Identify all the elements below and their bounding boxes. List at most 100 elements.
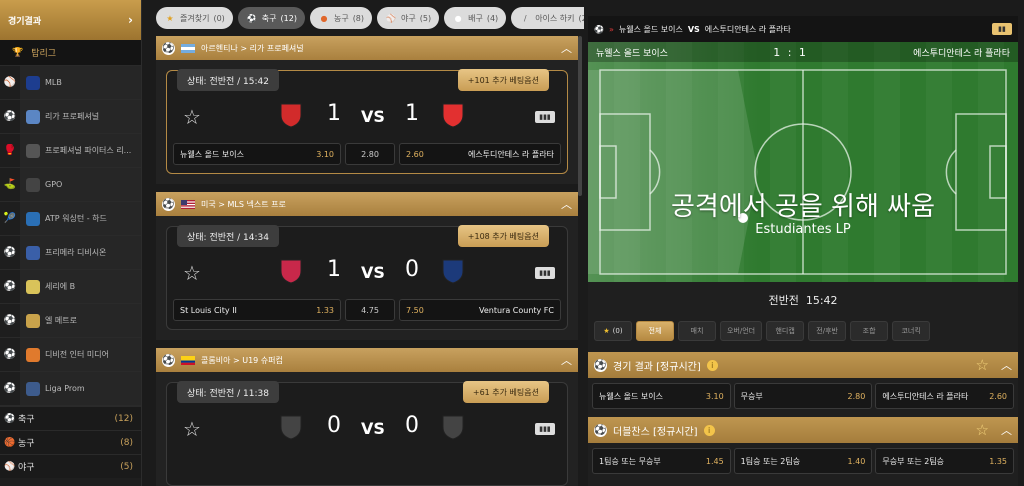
market-tab[interactable]: 핸디캡 xyxy=(766,321,805,341)
sidebar-league-item[interactable]: ⚽ Liga Prom xyxy=(0,372,141,406)
match-card[interactable]: 상태: 전반전 / 15:42 +101 추가 베팅옵션 ☆ 1 VS 1 ▮▮▮ 뉴웰스 올… xyxy=(166,69,568,174)
home-odd-button[interactable]: 뉴웰스 올드 보이스 3.10 xyxy=(173,143,341,165)
stats-icon[interactable]: ▮▮▮ xyxy=(535,111,555,123)
sport-icon: ⚽ xyxy=(3,315,17,326)
favorite-star-icon[interactable]: ☆ xyxy=(183,261,201,285)
market-tab-label: 오버/언더 xyxy=(727,327,756,335)
draw-odd-button[interactable]: 2.80 xyxy=(345,143,395,165)
bet-option-button[interactable]: 1팀승 또는 2팀승 1.40 xyxy=(733,448,873,474)
match-card[interactable]: 상태: 전반전 / 11:38 +61 추가 베팅옵션 ☆ 0 VS 0 ▮▮▮ xyxy=(166,381,568,486)
sidebar-top-leagues[interactable]: 🏆 탑리그 xyxy=(0,40,141,66)
sidebar-league-label: 세리에 B xyxy=(45,282,76,291)
market-tab[interactable]: 전/후반 xyxy=(808,321,847,341)
favorite-star-icon[interactable]: ☆ xyxy=(183,417,201,441)
info-icon[interactable]: i xyxy=(703,424,715,436)
scrollbar[interactable] xyxy=(578,36,582,196)
stats-icon[interactable]: ▮▮▮ xyxy=(535,423,555,435)
sidebar-league-item[interactable]: 🥊 프로페셔널 파이터스 리... xyxy=(0,134,141,168)
chevron-up-icon[interactable]: ︿ xyxy=(561,40,572,56)
sport-icon: ⚽ xyxy=(3,383,17,394)
stats-icon[interactable]: ▮▮▮ xyxy=(535,267,555,279)
soccer-icon: ⚽ xyxy=(162,41,175,55)
sidebar-league-item[interactable]: ⚽ 세리에 B xyxy=(0,270,141,304)
sidebar-league-item[interactable]: ⚽ 디비전 인터 미디어 xyxy=(0,338,141,372)
sidebar-sport-item[interactable]: ⚾ 야구 (5) xyxy=(0,454,141,478)
market-section-title: 경기 결과 [정규시간] xyxy=(613,361,701,373)
sidebar-sport-item[interactable]: ⚽ 축구 (12) xyxy=(0,406,141,430)
sidebar-header-label: 경기결과 xyxy=(8,16,42,27)
sport-tab-count: (8) xyxy=(352,13,365,23)
sport-icon: ⚾ xyxy=(4,461,16,472)
detail-home-name: 뉴웰스 올드 보이스 xyxy=(618,24,683,34)
sidebar-league-item[interactable]: 🎾 ATP 워싱턴 - 하드 xyxy=(0,202,141,236)
bet-option-button[interactable]: 뉴웰스 올드 보이스 3.10 xyxy=(592,383,731,409)
market-section-header[interactable]: ⚽ 경기 결과 [정규시간] i ☆ ︿ xyxy=(588,352,1018,378)
home-score: 1 xyxy=(327,257,341,282)
country-flag-icon xyxy=(181,355,195,365)
sport-tab-label: 배구 xyxy=(468,13,483,23)
market-tab[interactable]: 오버/언더 xyxy=(720,321,763,341)
sidebar-league-item[interactable]: ⚾ MLB xyxy=(0,66,141,100)
sport-tab-count: (0) xyxy=(213,13,225,23)
match-detail-panel: ⚽ » 뉴웰스 올드 보이스 VS 에스투디안테스 라 플라타 ▮▮ 뉴웰스 올… xyxy=(588,16,1018,486)
match-item: 상태: 전반전 / 11:38 +61 추가 베팅옵션 ☆ 0 VS 0 ▮▮▮ xyxy=(156,372,578,486)
sport-tab[interactable]: ● 배구 (4) xyxy=(444,7,507,29)
match-card[interactable]: 상태: 전반전 / 14:34 +108 추가 베팅옵션 ☆ 1 VS 0 ▮▮▮ St Lo… xyxy=(166,225,568,330)
home-odd-value: 1.33 xyxy=(316,305,334,315)
league-header[interactable]: ⚽ 콜롬비아 > U19 슈퍼컵 ︿ xyxy=(156,348,578,372)
info-icon[interactable]: i xyxy=(706,359,718,371)
market-tab[interactable]: ★ (0) xyxy=(594,321,632,341)
bet-option-button[interactable]: 1팀승 또는 무승부 1.45 xyxy=(592,448,731,474)
sport-tab[interactable]: ★ 즐겨찾기 (0) xyxy=(156,7,233,29)
bet-option-button[interactable]: 무승부 또는 2팀승 1.35 xyxy=(875,448,1015,474)
draw-odd-button[interactable]: 4.75 xyxy=(345,299,395,321)
favorite-star-icon[interactable]: ☆ xyxy=(183,105,201,129)
market-tab-label: 코너킥 xyxy=(901,327,921,335)
favorite-star-icon[interactable]: ☆ xyxy=(976,421,989,439)
league-header[interactable]: ⚽ 아르헨티나 > 리가 프로페셔널 ︿ xyxy=(156,36,578,60)
home-odd-button[interactable]: St Louis City II 1.33 xyxy=(173,299,341,321)
away-odd-value: 7.50 xyxy=(406,305,424,315)
away-score: 0 xyxy=(405,413,419,438)
sidebar-sport-item[interactable]: 🏀 농구 (8) xyxy=(0,430,141,454)
stats-icon[interactable]: ▮▮ xyxy=(992,23,1012,35)
sidebar-league-item[interactable]: ⛳ GPO xyxy=(0,168,141,202)
league-logo-icon xyxy=(26,75,40,90)
match-period: 전반전 xyxy=(768,294,799,307)
sport-tabs: ★ 즐겨찾기 (0) ⚽ 축구 (12) ● 농구 (8) ⚾ 야구 (5) ● 배구 (4) / 아이스 하키… xyxy=(150,0,584,36)
league-header[interactable]: ⚽ 미국 > MLS 넥스트 프로 ︿ xyxy=(156,192,578,216)
sidebar-league-body: 프리메라 디비시온 xyxy=(20,236,141,269)
chevron-up-icon[interactable]: ︿ xyxy=(561,196,572,212)
market-tab[interactable]: 조합 xyxy=(850,321,889,341)
market-tab[interactable]: 전체 xyxy=(636,321,674,341)
chevron-up-icon[interactable]: ︿ xyxy=(561,352,572,368)
bet-option-odd: 1.35 xyxy=(989,456,1008,466)
sport-tab[interactable]: ● 농구 (8) xyxy=(309,7,373,29)
sidebar-top-label: 탑리그 xyxy=(31,49,57,59)
bet-option-odd: 1.40 xyxy=(847,456,866,466)
favorite-star-icon[interactable]: ☆ xyxy=(976,356,989,374)
sidebar-league-item[interactable]: ⚽ 프리메라 디비시온 xyxy=(0,236,141,270)
bet-option-button[interactable]: 에스투디안테스 라 플라타 2.60 xyxy=(875,383,1015,409)
market-section-header[interactable]: ⚽ 더블찬스 [정규시간] i ☆ ︿ xyxy=(588,417,1018,443)
sport-tab[interactable]: ⚾ 야구 (5) xyxy=(377,7,440,29)
bet-option-button[interactable]: 무승부 2.80 xyxy=(733,383,873,409)
market-tab[interactable]: 매치 xyxy=(678,321,716,341)
home-score: 1 xyxy=(327,101,341,126)
away-odd-button[interactable]: 2.60 에스투디안테스 라 플라타 xyxy=(399,143,561,165)
sport-tab[interactable]: ⚽ 축구 (12) xyxy=(237,7,305,29)
more-bets-button[interactable]: +108 추가 베팅옵션 xyxy=(457,225,549,247)
sidebar-header[interactable]: 경기결과 › xyxy=(0,0,141,40)
sidebar-league-item[interactable]: ⚽ 엘 메트로 xyxy=(0,304,141,338)
more-bets-button[interactable]: +101 추가 베팅옵션 xyxy=(457,69,549,91)
detail-away-name: 에스투디안테스 라 플라타 xyxy=(704,24,791,34)
sport-tab[interactable]: / 아이스 하키(2) xyxy=(511,7,584,29)
chevron-up-icon[interactable]: ︿ xyxy=(1001,422,1012,438)
basketball-icon: ● xyxy=(320,13,328,23)
chevron-up-icon[interactable]: ︿ xyxy=(1001,357,1012,373)
more-bets-button[interactable]: +61 추가 베팅옵션 xyxy=(462,381,549,403)
draw-odd-value: 2.80 xyxy=(361,149,379,159)
away-odd-button[interactable]: 7.50 Ventura County FC xyxy=(399,299,561,321)
market-tab[interactable]: 코너킥 xyxy=(892,321,931,341)
sidebar-league-item[interactable]: ⚽ 리가 프로페셔널 xyxy=(0,100,141,134)
